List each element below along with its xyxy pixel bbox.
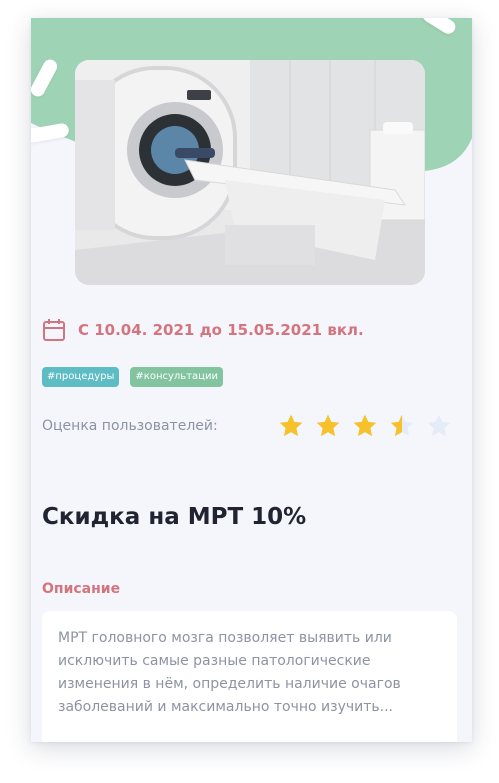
star-icon bbox=[316, 414, 340, 437]
star-icon bbox=[427, 414, 451, 437]
promo-dates: С 10.04. 2021 до 15.05.2021 вкл. bbox=[42, 318, 364, 342]
description-box: МРТ головного мозга позволяет выявить ил… bbox=[42, 611, 457, 742]
star-icon bbox=[390, 414, 414, 437]
tag-procedures[interactable]: #процедуры bbox=[42, 367, 120, 387]
promo-title: Скидка на МРТ 10% bbox=[42, 504, 307, 530]
star-icon bbox=[353, 414, 377, 437]
tag-list: #процедуры #консультации bbox=[42, 367, 234, 387]
tag-consultations[interactable]: #консультации bbox=[130, 367, 223, 387]
rating-stars bbox=[278, 413, 463, 439]
star-icon bbox=[279, 414, 303, 437]
promo-date-range: С 10.04. 2021 до 15.05.2021 вкл. bbox=[78, 321, 364, 339]
calendar-icon bbox=[43, 319, 65, 341]
mri-machine-photo bbox=[75, 60, 425, 285]
promo-card: С 10.04. 2021 до 15.05.2021 вкл. #процед… bbox=[31, 18, 472, 742]
user-rating: Оценка пользователей: bbox=[42, 411, 472, 441]
description-line: исключить самые разные патологические bbox=[58, 653, 371, 669]
rating-label: Оценка пользователей: bbox=[42, 418, 218, 434]
description-label: Описание bbox=[42, 581, 121, 597]
description-line: заболеваний и максимально точно изучить.… bbox=[58, 699, 393, 715]
description-line: изменения в нём, определить наличие очаг… bbox=[58, 676, 401, 692]
description-line: МРТ головного мозга позволяет выявить ил… bbox=[58, 630, 392, 646]
